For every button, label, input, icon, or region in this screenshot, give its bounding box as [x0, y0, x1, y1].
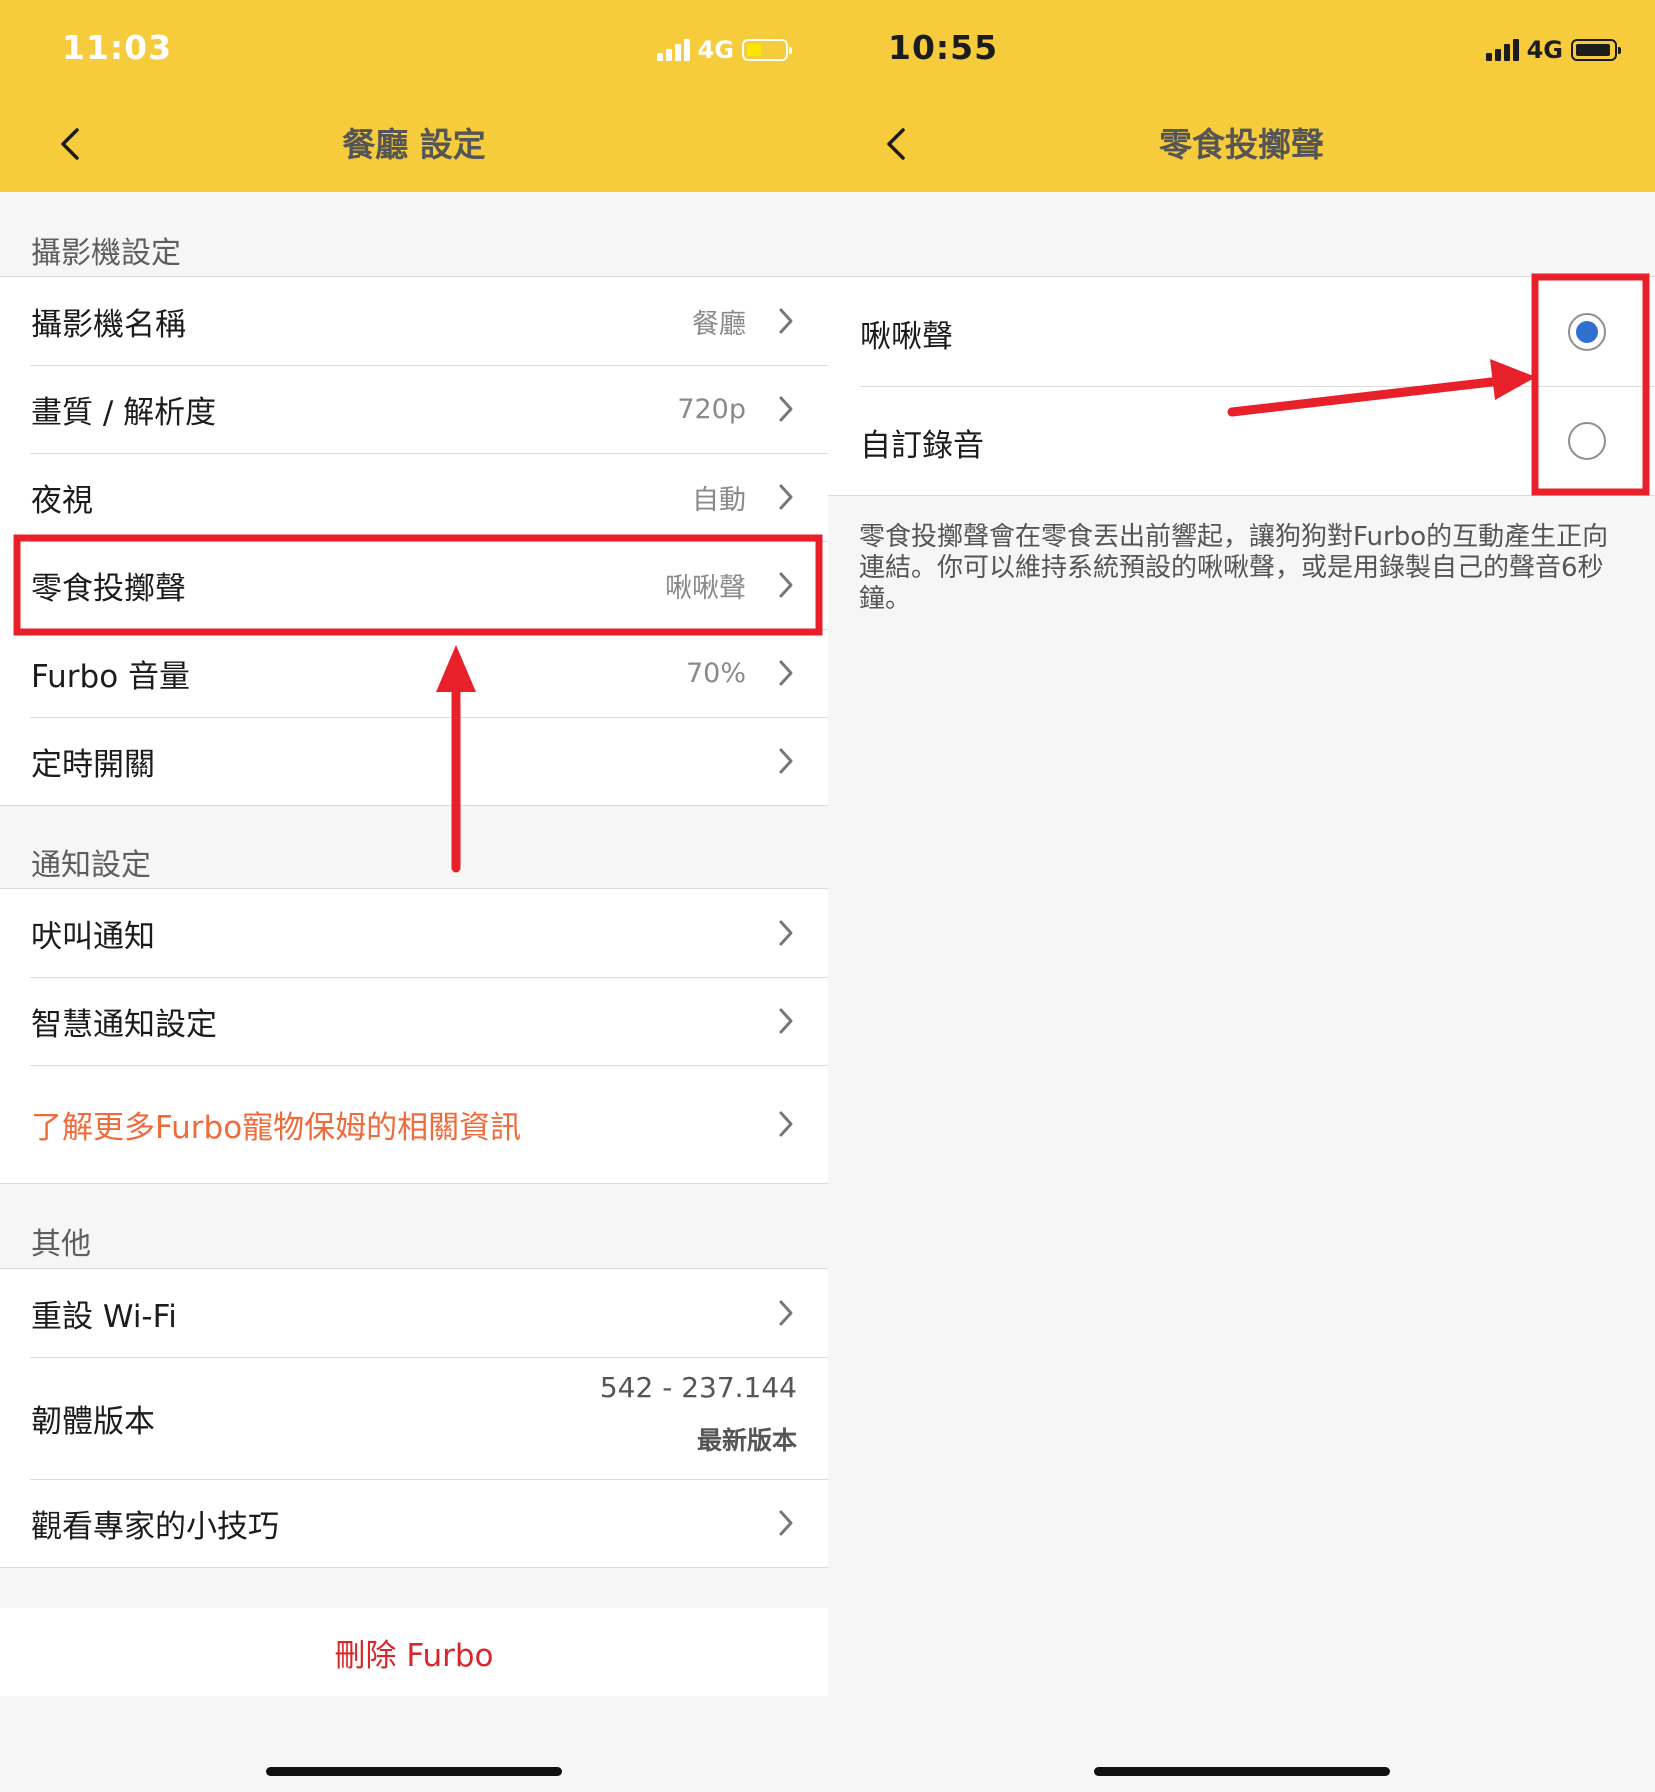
nav-bar: 11:03 4G 餐廳 設定: [0, 0, 828, 192]
row-value: 720p: [677, 393, 746, 425]
row-firmware: 韌體版本 542 - 237.144 最新版本: [0, 1357, 828, 1479]
delete-furbo-label: 刪除 Furbo: [334, 1637, 494, 1674]
chevron-right-icon: [774, 306, 798, 336]
status-time: 10:55: [888, 28, 999, 67]
description-text: 零食投擲聲會在零食丟出前響起，讓狗狗對Furbo的互動產生正向連結。你可以維持系…: [859, 522, 1609, 614]
other-header: 其他: [31, 1227, 91, 1262]
chevron-right-icon: [774, 1508, 798, 1538]
row-camera-name[interactable]: 攝影機名稱 餐廳: [0, 277, 828, 365]
chevron-right-icon: [774, 1006, 798, 1036]
status-time: 11:03: [62, 28, 173, 67]
row-label: 畫質 / 解析度: [31, 394, 217, 431]
row-furbo-volume[interactable]: Furbo 音量 70%: [0, 629, 828, 717]
camera-settings-group: 攝影機名稱 餐廳 畫質 / 解析度 720p 夜視 自動 零食投擲聲 啾啾聲 F…: [0, 276, 828, 806]
signal-icon: [656, 39, 690, 61]
row-schedule[interactable]: 定時開關: [0, 717, 828, 805]
chevron-right-icon: [774, 658, 798, 688]
notification-settings-header: 通知設定: [31, 848, 151, 883]
camera-settings-header: 攝影機設定: [31, 236, 181, 271]
row-reset-wifi[interactable]: 重設 Wi-Fi: [0, 1269, 828, 1357]
row-label: 吠叫通知: [31, 918, 155, 955]
option-label: 自訂錄音: [860, 428, 984, 464]
row-label: 定時開關: [31, 746, 155, 783]
option-label: 啾啾聲: [860, 319, 953, 355]
row-value: 自動: [692, 484, 746, 516]
page-title: 餐廳 設定: [342, 125, 486, 164]
chevron-right-icon: [774, 918, 798, 948]
row-expert-tips[interactable]: 觀看專家的小技巧: [0, 1479, 828, 1567]
row-value: 啾啾聲: [665, 572, 746, 604]
option-custom-recording[interactable]: 自訂錄音: [828, 386, 1655, 495]
chevron-right-icon: [774, 1298, 798, 1328]
chevron-right-icon: [774, 1109, 798, 1139]
sound-options-group: 啾啾聲 自訂錄音: [828, 276, 1655, 496]
row-label: 韌體版本: [31, 1403, 155, 1440]
other-group: 重設 Wi-Fi 韌體版本 542 - 237.144 最新版本 觀看專家的小技…: [0, 1268, 828, 1568]
row-value: 70%: [685, 657, 746, 689]
row-night-vision[interactable]: 夜視 自動: [0, 453, 828, 541]
battery-icon: [1571, 39, 1621, 61]
status-indicators: 4G: [656, 36, 792, 64]
row-label: 夜視: [31, 482, 93, 519]
row-value: 餐廳: [692, 308, 746, 340]
radio-button[interactable]: [1568, 422, 1606, 460]
nav-bar: 10:55 4G 零食投擲聲: [828, 0, 1655, 192]
treat-sound-screen: 10:55 4G 零食投擲聲 啾啾聲 自訂錄音 零食投擲聲會在零食丟出前響起，讓…: [828, 0, 1655, 1792]
row-label: 觀看專家的小技巧: [31, 1508, 279, 1545]
row-smart-alert-settings[interactable]: 智慧通知設定: [0, 977, 828, 1065]
settings-screen: 11:03 4G 餐廳 設定 攝影機設定 攝影機名稱 餐廳 畫質 / 解析度 7…: [0, 0, 828, 1792]
chevron-right-icon: [774, 482, 798, 512]
row-label: 攝影機名稱: [31, 306, 186, 343]
firmware-version: 542 - 237.144: [599, 1371, 797, 1404]
row-label: Furbo 音量: [31, 658, 191, 695]
chevron-right-icon: [774, 570, 798, 600]
signal-icon: [1485, 39, 1519, 61]
page-title: 零食投擲聲: [1159, 125, 1324, 164]
row-label: 智慧通知設定: [31, 1006, 217, 1043]
learn-more-label: 了解更多Furbo寵物保姆的相關資訊: [31, 1109, 522, 1146]
row-treat-sound[interactable]: 零食投擲聲 啾啾聲: [0, 541, 828, 629]
row-learn-more-link[interactable]: 了解更多Furbo寵物保姆的相關資訊: [0, 1065, 828, 1183]
home-indicator[interactable]: [1094, 1767, 1390, 1776]
row-bark-alert[interactable]: 吠叫通知: [0, 889, 828, 977]
network-type: 4G: [697, 36, 734, 64]
firmware-status: 最新版本: [696, 1426, 797, 1455]
status-indicators: 4G: [1485, 36, 1621, 64]
row-label: 零食投擲聲: [31, 570, 186, 607]
row-label: 重設 Wi-Fi: [31, 1298, 177, 1335]
notification-settings-group: 吠叫通知 智慧通知設定 了解更多Furbo寵物保姆的相關資訊: [0, 888, 828, 1184]
option-chirp[interactable]: 啾啾聲: [828, 277, 1655, 386]
chevron-right-icon: [774, 394, 798, 424]
row-resolution[interactable]: 畫質 / 解析度 720p: [0, 365, 828, 453]
chevron-right-icon: [774, 746, 798, 776]
network-type: 4G: [1526, 36, 1563, 64]
delete-furbo-button[interactable]: 刪除 Furbo: [0, 1608, 828, 1696]
battery-icon: [742, 39, 792, 61]
home-indicator[interactable]: [266, 1767, 562, 1776]
radio-button-selected[interactable]: [1568, 313, 1606, 351]
